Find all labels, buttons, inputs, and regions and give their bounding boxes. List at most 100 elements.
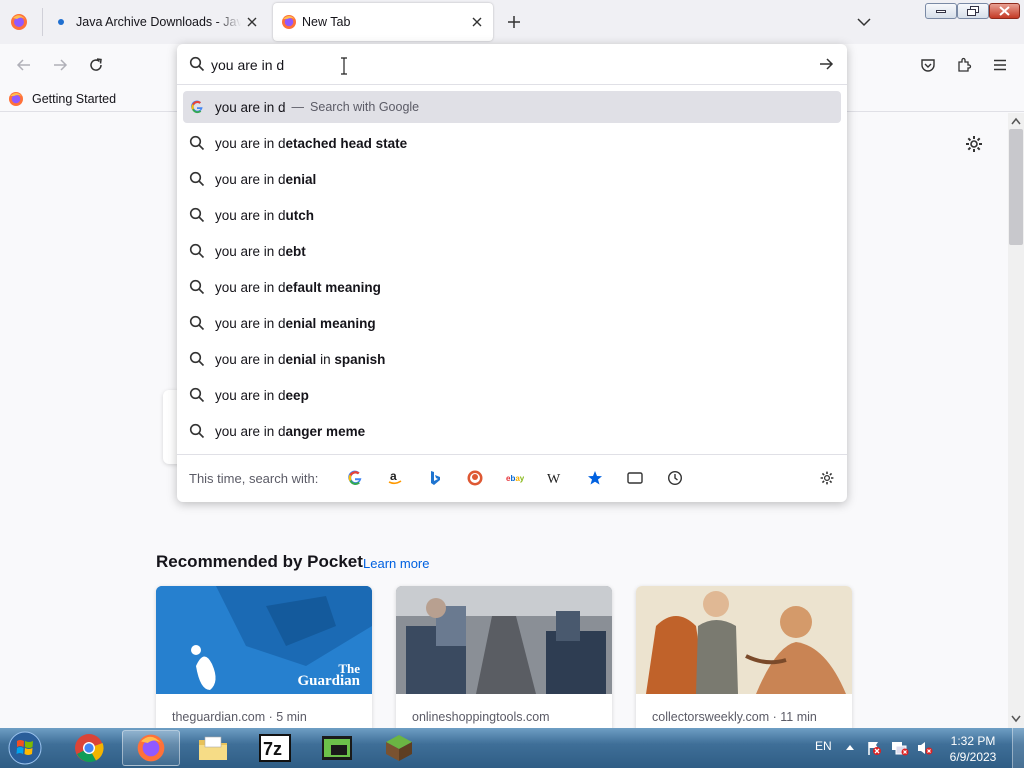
suggestion-completion: enial meaning <box>285 315 376 331</box>
suggestion-row[interactable]: you are in detached head state <box>183 127 841 159</box>
firefox-menu-icon[interactable] <box>10 13 28 31</box>
pocket-learn-more-link[interactable]: Learn more <box>363 556 429 571</box>
suggestion-row[interactable]: you are in deep <box>183 379 841 411</box>
pocket-heading: Recommended by Pocket <box>156 552 363 571</box>
suggestion-typed-part: you are in d <box>215 135 286 151</box>
scroll-up-arrow-icon[interactable] <box>1011 117 1021 125</box>
suggestion-typed-part: you are in d <box>215 315 286 331</box>
bookmark-getting-started[interactable]: Getting Started <box>8 90 116 108</box>
search-icon <box>189 135 205 151</box>
story-image <box>636 586 852 694</box>
suggestion-text: you are in debt <box>215 244 306 259</box>
ebay-icon[interactable]: ebay <box>505 468 525 488</box>
suggestion-row[interactable]: you are in debt <box>183 235 841 267</box>
pocket-card[interactable]: The Guardian theguardian.com · 5 min <box>156 586 372 728</box>
suggestion-search-with-google[interactable]: you are in d — Search with Google <box>183 91 841 123</box>
show-hidden-icons-chevron-icon[interactable] <box>845 743 855 751</box>
firefox-icon[interactable] <box>122 730 180 766</box>
minimize-button[interactable] <box>925 3 957 19</box>
google-g-icon <box>189 99 205 115</box>
restore-button[interactable] <box>957 3 989 19</box>
close-tab-icon[interactable] <box>469 14 485 30</box>
terminal-icon[interactable] <box>308 730 366 766</box>
bookmark-label: Getting Started <box>32 92 117 106</box>
bookmarks-icon[interactable] <box>585 468 605 488</box>
bing-icon[interactable] <box>425 468 445 488</box>
scroll-down-arrow-icon[interactable] <box>1011 715 1021 723</box>
extensions-icon[interactable] <box>950 51 978 79</box>
guardian-logo: The Guardian <box>297 661 360 689</box>
tab-java-archive[interactable]: Java Archive Downloads - Java SE <box>48 3 268 41</box>
duckduckgo-icon[interactable] <box>465 468 485 488</box>
suggestion-completion: enial <box>285 351 317 367</box>
action-center-flag-icon[interactable] <box>866 740 882 756</box>
suggestion-completion: etached head state <box>285 135 408 151</box>
tab-title: Java Archive Downloads - Java SE <box>76 15 241 29</box>
suggestion-text: you are in denial <box>215 172 316 187</box>
suggestion-row[interactable]: you are in default meaning <box>183 271 841 303</box>
story-source: collectorsweekly.com · 11 min <box>652 710 817 724</box>
chrome-icon[interactable] <box>60 730 118 766</box>
suggestion-text: you are in denial in spanish <box>215 352 385 367</box>
suggestion-completion: eep <box>285 387 309 403</box>
suggestion-text: you are in detached head state <box>215 136 407 151</box>
pocket-save-icon[interactable] <box>914 51 942 79</box>
search-icon <box>189 423 205 439</box>
suggestion-row[interactable]: you are in denial in spanish <box>183 343 841 375</box>
clock-time: 1:32 PM <box>950 734 996 748</box>
explorer-icon[interactable] <box>184 730 242 766</box>
page-scrollbar[interactable] <box>1008 113 1024 728</box>
tabs-icon[interactable] <box>625 468 645 488</box>
google-icon[interactable] <box>345 468 365 488</box>
go-arrow-icon[interactable] <box>818 56 834 72</box>
url-input[interactable] <box>211 54 771 76</box>
close-window-button[interactable] <box>989 3 1020 19</box>
language-indicator[interactable]: EN <box>815 739 832 753</box>
svg-text:W: W <box>547 472 561 485</box>
pocket-card[interactable]: collectorsweekly.com · 11 min <box>636 586 852 728</box>
svg-text:7z: 7z <box>263 739 282 759</box>
suggestion-completion: efault meaning <box>285 279 381 295</box>
back-arrow-icon[interactable] <box>10 51 38 79</box>
search-settings-gear-icon[interactable] <box>817 468 837 488</box>
history-icon[interactable] <box>665 468 685 488</box>
minecraft-icon[interactable] <box>370 730 428 766</box>
firefox-favicon-icon <box>281 14 297 30</box>
loading-dot-icon <box>58 19 64 25</box>
clock[interactable]: 1:32 PM 6/9/2023 <box>944 733 1002 765</box>
suggestion-row[interactable]: you are in denial <box>183 163 841 195</box>
search-icon <box>189 207 205 223</box>
scroll-thumb[interactable] <box>1009 129 1023 245</box>
urlbar-panel: you are in d — Search with Google you ar… <box>177 44 847 502</box>
amazon-icon[interactable]: a <box>385 468 405 488</box>
suggestion-completion: ebt <box>285 243 306 259</box>
suggestion-row[interactable]: you are in dutch <box>183 199 841 231</box>
wikipedia-icon[interactable]: W <box>545 468 565 488</box>
personalize-gear-icon[interactable] <box>964 134 984 154</box>
search-icon <box>189 315 205 331</box>
close-tab-icon[interactable] <box>244 14 260 30</box>
network-icon[interactable] <box>891 740 909 756</box>
volume-muted-icon[interactable] <box>916 740 934 756</box>
start-button[interactable] <box>4 730 46 766</box>
search-icon <box>189 351 205 367</box>
story-image <box>396 586 612 694</box>
hamburger-menu-icon[interactable] <box>986 51 1014 79</box>
story-image: The Guardian <box>156 586 372 694</box>
search-icon <box>189 171 205 187</box>
show-desktop-button[interactable] <box>1012 728 1024 768</box>
new-tab-plus-icon[interactable] <box>505 13 523 31</box>
forward-arrow-icon[interactable] <box>46 51 74 79</box>
reload-icon[interactable] <box>82 51 110 79</box>
search-icon <box>189 279 205 295</box>
suggestion-typed-part: you are in d <box>215 387 286 403</box>
suggestion-row[interactable]: you are in denial meaning <box>183 307 841 339</box>
7zip-icon[interactable]: 7z <box>246 730 304 766</box>
suggestion-row[interactable]: you are in danger meme <box>183 415 841 447</box>
suggestion-text: you are in deep <box>215 388 309 403</box>
suggestion-completion: spanish <box>334 351 386 367</box>
list-all-tabs-chevron-icon[interactable] <box>856 14 872 30</box>
suggestion-action: Search with Google <box>310 100 420 114</box>
tab-new-tab[interactable]: New Tab <box>273 3 493 41</box>
pocket-card[interactable]: onlineshoppingtools.com <box>396 586 612 728</box>
